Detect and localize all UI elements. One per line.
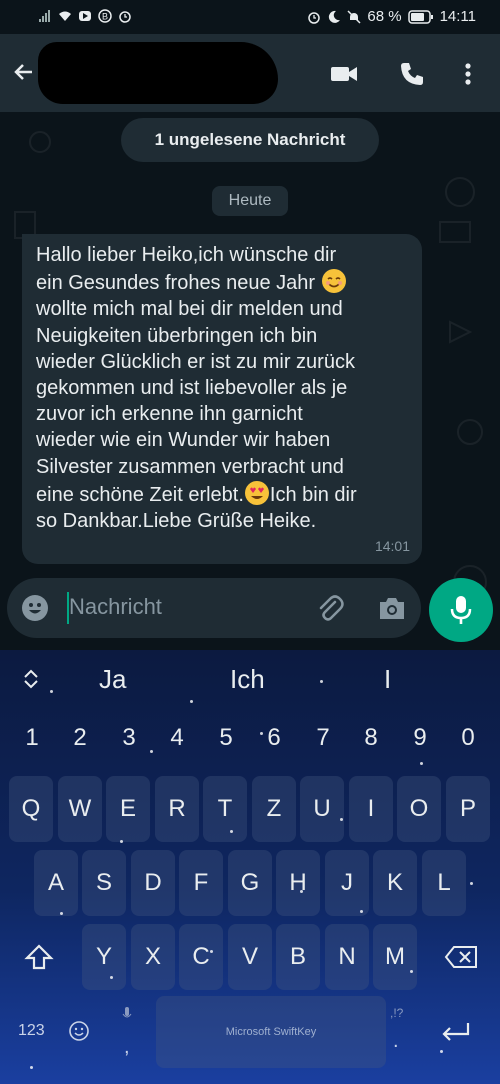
date-chip: Heute [212, 186, 288, 216]
message-line: Hallo lieber Heiko,ich wünsche dir [36, 244, 337, 266]
key-m[interactable]: M [373, 924, 417, 990]
signal-icon [39, 10, 50, 22]
status-bar: B 68 % 14:11 [0, 0, 500, 34]
camera-icon[interactable] [377, 594, 407, 622]
message-input[interactable]: Nachricht [69, 594, 162, 620]
key-0[interactable]: 0 [453, 724, 483, 752]
attachment-icon[interactable] [315, 594, 345, 624]
key-n[interactable]: N [325, 924, 369, 990]
voice-input-icon[interactable] [122, 1006, 132, 1022]
key-3[interactable]: 3 [114, 724, 144, 752]
keyboard[interactable]: Ja Ich I 1 2 3 4 5 6 7 8 9 0 Q W E R T Z… [0, 650, 500, 1084]
key-b[interactable]: B [276, 924, 320, 990]
message-line: zuvor ich erkenne ihn garnicht [36, 403, 303, 426]
key-d[interactable]: D [131, 850, 175, 916]
key-e[interactable]: E [106, 776, 150, 842]
key-c[interactable]: C [179, 924, 223, 990]
chat-area[interactable]: 1 ungelesene Nachricht Heute Hallo liebe… [0, 112, 500, 650]
numbers-key[interactable]: 123 [18, 1022, 45, 1040]
comma-key[interactable]: , [124, 1036, 130, 1059]
chat-header [0, 34, 500, 112]
shift-key[interactable] [14, 924, 64, 990]
key-8[interactable]: 8 [356, 724, 386, 752]
voice-message-button[interactable] [429, 578, 493, 642]
more-options-icon[interactable] [456, 60, 480, 88]
key-1[interactable]: 1 [17, 724, 47, 752]
message-line: so Dankbar.Liebe Grüße Heike. [36, 510, 317, 533]
phone-call-icon[interactable] [398, 60, 426, 88]
enter-icon[interactable] [440, 1020, 472, 1044]
message-line: wollte mich mal bei dir melden und [36, 298, 343, 321]
key-2[interactable]: 2 [65, 724, 95, 752]
backspace-key[interactable] [434, 924, 488, 990]
key-j[interactable]: J [325, 850, 369, 916]
key-r[interactable]: R [155, 776, 199, 842]
key-i[interactable]: I [349, 776, 393, 842]
message-line: wieder wie ein Wunder wir haben [36, 429, 331, 452]
key-7[interactable]: 7 [308, 724, 338, 752]
suggestion-i[interactable]: I [384, 664, 391, 695]
emoji-icon[interactable] [21, 594, 49, 622]
key-p[interactable]: P [446, 776, 490, 842]
key-6[interactable]: 6 [259, 724, 289, 752]
suggestion-ja[interactable]: Ja [99, 664, 126, 695]
suggestion-ich[interactable]: Ich [230, 664, 265, 695]
period-key[interactable]: . [393, 1030, 399, 1053]
alarm-icon [119, 11, 131, 23]
battery-percent: 68 % [367, 8, 402, 25]
backspace-icon [444, 946, 477, 968]
key-g[interactable]: G [228, 850, 272, 916]
key-v[interactable]: V [228, 924, 272, 990]
emoji-key-icon[interactable] [68, 1020, 90, 1042]
battery-icon [407, 9, 433, 24]
microphone-icon [450, 596, 472, 624]
key-u[interactable]: U [300, 776, 344, 842]
alarm-clock-icon [308, 11, 321, 24]
message-line: ein Gesundes frohes neue Jahr [36, 268, 408, 296]
wifi-icon [59, 11, 71, 21]
message-line: Silvester zusammen verbracht und [36, 455, 344, 478]
message-composer[interactable]: Nachricht [7, 578, 421, 638]
key-5[interactable]: 5 [211, 724, 241, 752]
key-y[interactable]: Y [82, 924, 126, 990]
mute-icon [347, 9, 361, 24]
incoming-message-bubble[interactable]: Hallo lieber Heiko,ich wünsche dir ein G… [22, 234, 422, 564]
unread-messages-banner: 1 ungelesene Nachricht [121, 118, 379, 162]
video-call-icon[interactable] [330, 60, 358, 88]
back-arrow-icon[interactable] [12, 60, 36, 84]
key-x[interactable]: X [131, 924, 175, 990]
key-z[interactable]: Z [252, 776, 296, 842]
key-q[interactable]: Q [9, 776, 53, 842]
smiling-face-emoji-icon [321, 269, 346, 294]
svg-text:B: B [102, 12, 108, 22]
message-line: Neuigkeiten überbringen ich bin [36, 324, 318, 347]
status-time: 14:11 [439, 8, 476, 25]
key-w[interactable]: W [58, 776, 102, 842]
key-o[interactable]: O [397, 776, 441, 842]
bitcoin-icon: B [98, 9, 112, 23]
punctuation-hint: ,!? [390, 1006, 404, 1020]
expand-toolbar-icon[interactable] [22, 668, 40, 690]
key-f[interactable]: F [179, 850, 223, 916]
heart-eyes-emoji-icon [244, 480, 269, 505]
key-h[interactable]: H [276, 850, 320, 916]
shift-icon [24, 944, 54, 970]
key-k[interactable]: K [373, 850, 417, 916]
status-icons-right: 68 % 14:11 [307, 8, 476, 25]
key-4[interactable]: 4 [162, 724, 192, 752]
youtube-icon [79, 11, 91, 21]
message-line: wieder Glücklich er ist zu mir zurück [36, 350, 355, 373]
message-timestamp: 14:01 [374, 538, 410, 554]
status-icons-left: B [38, 9, 132, 23]
contact-name-redacted[interactable] [38, 42, 278, 104]
key-s[interactable]: S [82, 850, 126, 916]
message-line: eine schöne Zeit erlebt. Ich bin dir [36, 480, 408, 508]
key-a[interactable]: A [34, 850, 78, 916]
message-line: gekommen und ist liebevoller als je [36, 377, 348, 400]
space-key[interactable]: Microsoft SwiftKey [156, 996, 386, 1068]
moon-icon [329, 10, 341, 23]
key-l[interactable]: L [422, 850, 466, 916]
key-9[interactable]: 9 [405, 724, 435, 752]
key-t[interactable]: T [203, 776, 247, 842]
